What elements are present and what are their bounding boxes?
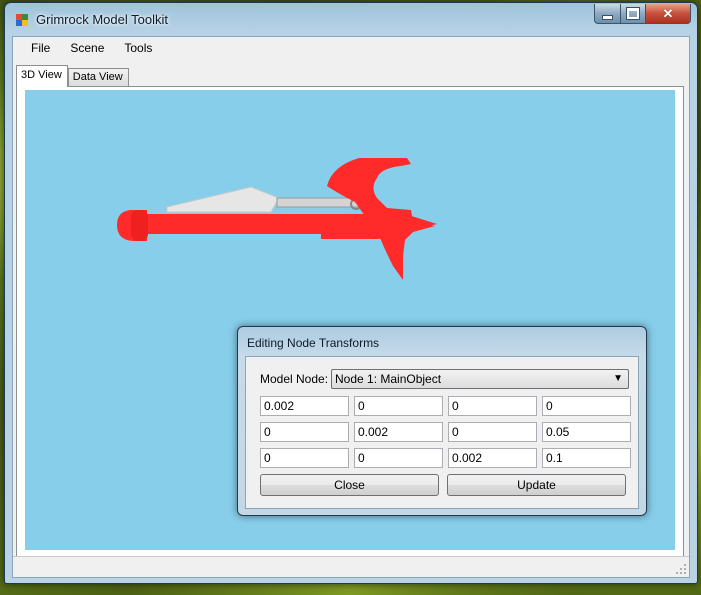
- close-icon: ✕: [662, 5, 674, 21]
- model-metal-rod: [276, 197, 362, 208]
- matrix-cell-r2-c2[interactable]: [354, 422, 443, 442]
- matrix-cell-r3-c3[interactable]: [448, 448, 537, 468]
- matrix-cell-r1-c4[interactable]: [542, 396, 631, 416]
- minimize-icon: [602, 14, 613, 20]
- matrix-cell-r3-c4[interactable]: [542, 448, 631, 468]
- matrix-cell-r1-c1[interactable]: [260, 396, 349, 416]
- matrix-cell-r1-c2[interactable]: [354, 396, 443, 416]
- maximize-icon: [626, 7, 640, 20]
- model-handle: [117, 210, 379, 241]
- editing-node-transforms-dialog: Editing Node Transforms Model Node: Node…: [237, 326, 647, 516]
- model-node-label: Model Node:: [260, 372, 329, 386]
- chevron-down-icon: ▼: [613, 373, 623, 384]
- menu-tools[interactable]: Tools: [114, 37, 162, 59]
- tab-data-view[interactable]: Data View: [67, 68, 129, 86]
- matrix-cell-r1-c3[interactable]: [448, 396, 537, 416]
- matrix-cell-r2-c4[interactable]: [542, 422, 631, 442]
- dialog-title: Editing Node Transforms: [247, 336, 380, 350]
- matrix-cell-r3-c2[interactable]: [354, 448, 443, 468]
- close-dialog-button[interactable]: Close: [260, 474, 439, 496]
- resize-grip-icon[interactable]: [676, 564, 687, 575]
- dialog-client: Model Node: Node 1: MainObject ▼ Close U…: [245, 356, 639, 509]
- minimize-button[interactable]: [594, 4, 621, 24]
- maximize-button[interactable]: [621, 4, 646, 24]
- model-blade: [166, 186, 280, 213]
- menu-file[interactable]: File: [21, 37, 60, 59]
- matrix-cell-r2-c3[interactable]: [448, 422, 537, 442]
- title-bar[interactable]: Grimrock Model Toolkit ✕: [5, 3, 697, 37]
- matrix-cell-r2-c1[interactable]: [260, 422, 349, 442]
- tab-strip: 3D View Data View: [16, 65, 129, 87]
- tab-3d-view[interactable]: 3D View: [16, 65, 68, 87]
- menu-scene[interactable]: Scene: [60, 37, 114, 59]
- model-node-select[interactable]: Node 1: MainObject ▼: [331, 369, 629, 389]
- grimrock-app-icon[interactable]: [16, 14, 28, 26]
- model-node-value: Node 1: MainObject: [335, 372, 442, 386]
- window-title: Grimrock Model Toolkit: [36, 12, 168, 27]
- matrix-cell-r3-c1[interactable]: [260, 448, 349, 468]
- menu-bar: File Scene Tools: [13, 37, 697, 59]
- update-button[interactable]: Update: [447, 474, 626, 496]
- close-button[interactable]: ✕: [646, 4, 691, 24]
- status-bar: [13, 556, 689, 577]
- model-handle-cap: [131, 210, 148, 241]
